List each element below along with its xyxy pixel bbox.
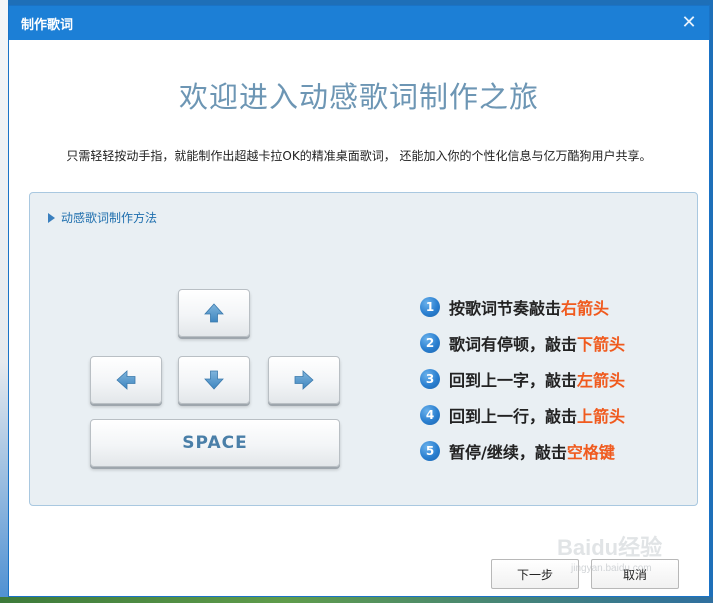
step-item: 4 回到上一行，敲击 上箭头: [420, 397, 625, 433]
step-key-highlight: 下箭头: [577, 335, 626, 354]
step-text: 歌词有停顿，敲击: [449, 335, 578, 354]
steps-list: 1 按歌词节奏敲击 右箭头 2 歌词有停顿，敲击 下箭头 3 回到上一字，敲击 左箭头…: [420, 289, 625, 469]
triangle-right-icon: [48, 212, 55, 223]
welcome-headline: 欢迎进入动感歌词制作之旅: [178, 80, 539, 114]
step-number-badge: 3: [420, 369, 440, 389]
step-item: 5 暂停/继续，敲击 空格键: [420, 433, 625, 469]
instructions-panel: 动感歌词制作方法 SPACE 1 按歌词节奏敲击 右箭头 2 歌词有停顿，敲击 …: [29, 192, 698, 506]
step-item: 3 回到上一字，敲击 左箭头: [420, 361, 625, 397]
space-key[interactable]: SPACE: [90, 419, 340, 467]
cancel-button[interactable]: 取消: [591, 559, 679, 589]
arrow-up-icon: [204, 303, 224, 323]
arrow-down-icon: [204, 370, 224, 390]
step-text: 按歌词节奏敲击: [449, 299, 562, 318]
left-arrow-key[interactable]: [90, 356, 162, 404]
step-number-badge: 5: [420, 441, 440, 461]
window-title: 制作歌词: [21, 17, 74, 33]
arrow-left-icon: [116, 370, 136, 390]
method-header-label: 动感歌词制作方法: [61, 211, 158, 225]
step-key-highlight: 空格键: [566, 443, 615, 462]
step-text: 暂停/继续，敲击: [449, 443, 567, 462]
down-arrow-key[interactable]: [178, 356, 250, 404]
baidu-watermark: Baidu经验: [557, 535, 663, 560]
step-key-highlight: 左箭头: [577, 371, 626, 390]
step-number-badge: 4: [420, 405, 440, 425]
intro-text: 只需轻轻按动手指，就能制作出超越卡拉OK的精准桌面歌词， 还能加入你的个性化信息…: [66, 149, 652, 163]
step-number-badge: 2: [420, 333, 440, 353]
next-button[interactable]: 下一步: [491, 559, 579, 589]
space-key-label: SPACE: [182, 433, 248, 453]
title-bar[interactable]: 制作歌词 ✕: [9, 6, 709, 40]
step-key-highlight: 上箭头: [577, 407, 626, 426]
step-text: 回到上一字，敲击: [449, 371, 578, 390]
arrow-right-icon: [294, 370, 314, 390]
desktop-background: [0, 0, 8, 603]
desktop-taskbar-edge: [0, 597, 713, 603]
right-arrow-key[interactable]: [268, 356, 340, 404]
step-item: 2 歌词有停顿，敲击 下箭头: [420, 325, 625, 361]
up-arrow-key[interactable]: [178, 289, 250, 337]
method-header[interactable]: 动感歌词制作方法: [48, 209, 157, 226]
step-item: 1 按歌词节奏敲击 右箭头: [420, 289, 625, 325]
lyrics-maker-dialog: 制作歌词 ✕ 欢迎进入动感歌词制作之旅 只需轻轻按动手指，就能制作出超越卡拉OK…: [8, 5, 710, 597]
step-text: 回到上一行，敲击: [449, 407, 578, 426]
step-number-badge: 1: [420, 297, 440, 317]
close-button[interactable]: ✕: [679, 13, 699, 33]
step-key-highlight: 右箭头: [561, 299, 610, 318]
